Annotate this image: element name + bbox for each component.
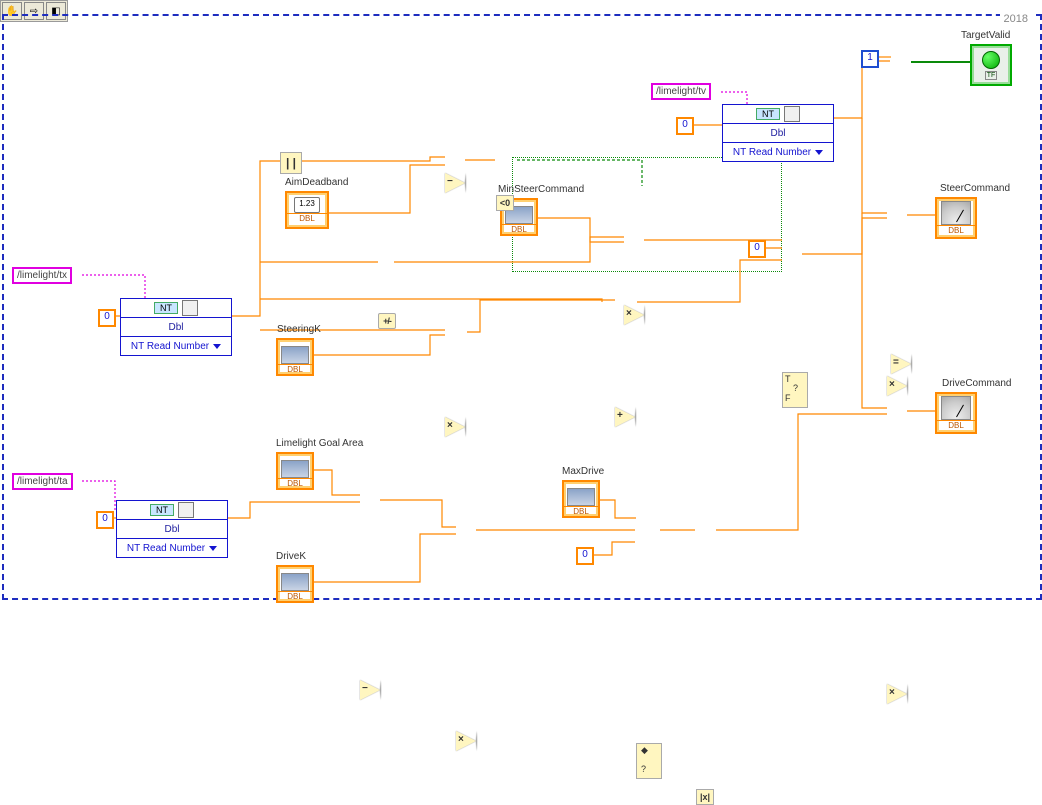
dbl-label: DBL	[287, 213, 327, 223]
op-multiply-steeringk: ×	[445, 417, 466, 437]
dbl-label: Dbl	[168, 322, 183, 333]
link-icon	[178, 502, 194, 518]
op-equal: =	[891, 354, 912, 374]
gauge-icon	[941, 201, 971, 225]
op-multiply-drivek: ×	[456, 731, 477, 751]
label-drivecommand: DriveCommand	[942, 378, 1011, 389]
nt-read-number-tv[interactable]: NT Dbl NT Read Number	[722, 104, 834, 162]
op-subtract: −	[445, 173, 466, 193]
nt-tag: NT	[154, 302, 178, 314]
nt-title[interactable]: NT Read Number	[121, 337, 231, 355]
op-less-than-zero: <0	[496, 195, 514, 211]
op-multiply-minsteer: ×	[624, 305, 645, 325]
nt-read-number-tx[interactable]: NT Dbl NT Read Number	[120, 298, 232, 356]
const-zero-select-steer: 0	[748, 240, 766, 258]
link-icon	[784, 106, 800, 122]
led-icon	[982, 51, 1000, 69]
nt-title[interactable]: NT Read Number	[117, 539, 227, 557]
dbl-label: Dbl	[770, 128, 785, 139]
label-minsteercommand: MinSteerCommand	[498, 184, 584, 195]
chevron-down-icon	[815, 150, 823, 155]
nt-tag: NT	[150, 504, 174, 516]
chevron-down-icon	[209, 546, 217, 551]
const-zero-tx: 0	[98, 309, 116, 327]
label-aimdeadband: AimDeadband	[285, 177, 348, 188]
control-steeringk[interactable]: DBL	[276, 338, 314, 376]
op-in-range-coerce: ◆ ?	[636, 743, 662, 779]
dbl-label: Dbl	[164, 524, 179, 535]
op-select-steer: T F ?	[782, 372, 808, 408]
const-one: 1	[861, 50, 879, 68]
string-limelight-tx: /limelight/tx	[12, 267, 72, 284]
control-aimdeadband[interactable]: 1.23 DBL	[285, 191, 329, 229]
const-zero-ta: 0	[96, 511, 114, 529]
control-drivek[interactable]: DBL	[276, 565, 314, 603]
indicator-steercommand: DBL	[935, 197, 977, 239]
label-steeringk: SteeringK	[277, 324, 321, 335]
label-limelightgoalarea: Limelight Goal Area	[276, 438, 363, 449]
slider-icon	[567, 488, 595, 506]
nt-title[interactable]: NT Read Number	[723, 143, 833, 161]
indicator-targetvalid: TF	[970, 44, 1012, 86]
string-limelight-ta: /limelight/ta	[12, 473, 73, 490]
label-steercommand: SteerCommand	[940, 183, 1010, 194]
op-absolute-value: |x|	[696, 789, 714, 805]
dbl-label: DBL	[937, 225, 975, 235]
label-drivek: DriveK	[276, 551, 306, 562]
dbl-label: DBL	[564, 506, 598, 516]
case-structure	[512, 157, 782, 272]
op-multiply-driveout: ×	[887, 684, 908, 704]
nt-read-number-ta[interactable]: NT Dbl NT Read Number	[116, 500, 228, 558]
dbl-label: DBL	[278, 364, 312, 374]
op-subtract-area: −	[360, 680, 381, 700]
op-sign: +/-	[378, 313, 396, 329]
tf-label: TF	[985, 71, 998, 80]
link-icon	[182, 300, 198, 316]
slider-icon	[281, 346, 309, 364]
gauge-icon	[941, 396, 971, 420]
frame-year: 2018	[1000, 13, 1032, 25]
label-targetvalid: TargetValid	[961, 30, 1010, 41]
op-abs: | |	[280, 152, 302, 174]
control-maxdrive[interactable]: DBL	[562, 480, 600, 518]
dbl-label: DBL	[502, 224, 536, 234]
numeric-box: 1.23	[294, 197, 320, 213]
string-limelight-tv: /limelight/tv	[651, 83, 711, 100]
op-add: +	[615, 407, 636, 427]
op-multiply-steerout: ×	[887, 376, 908, 396]
dbl-label: DBL	[937, 420, 975, 430]
nt-tag: NT	[756, 108, 780, 120]
const-zero-select-drive: 0	[576, 547, 594, 565]
label-maxdrive: MaxDrive	[562, 466, 604, 477]
indicator-drivecommand: DBL	[935, 392, 977, 434]
slider-icon	[281, 573, 309, 591]
control-limelightgoalarea[interactable]: DBL	[276, 452, 314, 490]
const-zero-tv: 0	[676, 117, 694, 135]
dbl-label: DBL	[278, 478, 312, 488]
slider-icon	[281, 460, 309, 478]
chevron-down-icon	[213, 344, 221, 349]
